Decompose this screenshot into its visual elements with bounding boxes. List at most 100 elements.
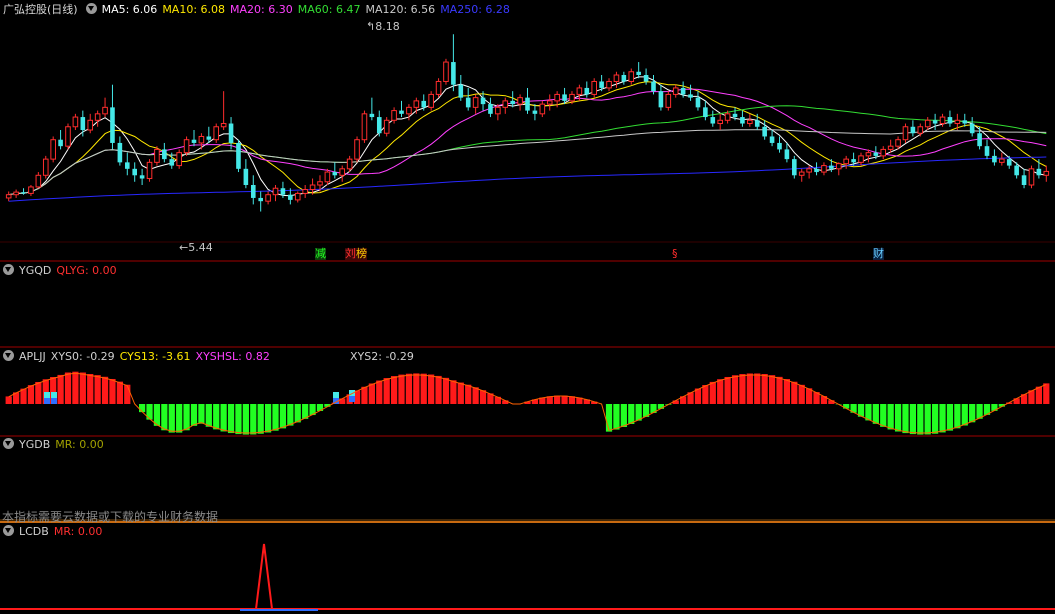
- high-price-label: ↰8.18: [366, 20, 400, 33]
- histogram-bar-positive: [383, 378, 390, 404]
- histogram-bar-positive: [72, 371, 79, 404]
- histogram-bar-negative: [954, 404, 961, 429]
- histogram-bar-positive: [1043, 383, 1050, 404]
- candle-body: [636, 71, 641, 75]
- histogram-bar-positive: [709, 381, 716, 404]
- candle-body: [703, 107, 708, 118]
- histogram-bar-positive: [124, 384, 131, 404]
- candle-body: [369, 113, 375, 118]
- ygqd-name: YGQD: [19, 264, 52, 277]
- main-header: 广弘控股(日线) MA5: 6.06 MA10: 6.08 MA20: 6.30 MA6…: [0, 2, 515, 18]
- histogram-bar-positive: [739, 374, 746, 404]
- ma60-label: MA60: 6.47: [297, 3, 361, 16]
- candle-body: [525, 97, 530, 111]
- candle-body: [117, 142, 123, 163]
- candle-body: [621, 75, 627, 82]
- candle-body: [999, 158, 1005, 163]
- histogram-bar-negative: [880, 404, 887, 427]
- dropdown-icon[interactable]: [3, 350, 14, 361]
- candle-body: [539, 103, 546, 115]
- ma10-label: MA10: 6.08: [162, 3, 226, 16]
- dropdown-icon[interactable]: [3, 438, 14, 449]
- candle-body: [984, 146, 990, 156]
- candle-body: [546, 100, 553, 105]
- histogram-bar-negative: [961, 404, 968, 426]
- dropdown-icon[interactable]: [3, 525, 14, 536]
- candle-body: [339, 168, 346, 176]
- candle-body: [599, 81, 604, 88]
- candle-body: [569, 93, 575, 102]
- event-tag-section[interactable]: §: [672, 248, 678, 260]
- candle-body: [383, 119, 390, 134]
- candle-body: [443, 61, 449, 82]
- ma20-label: MA20: 6.30: [230, 3, 293, 16]
- candle-body: [272, 187, 279, 196]
- lcdb-header: LCDB MR: 0.00: [0, 524, 107, 540]
- signal-marker: [51, 392, 57, 398]
- candle-body: [710, 117, 716, 124]
- candle-body: [924, 119, 931, 128]
- histogram-bar-negative: [272, 404, 279, 431]
- candle-body: [206, 136, 212, 140]
- candle-body: [42, 158, 49, 176]
- candle-body: [843, 158, 849, 165]
- histogram-bar-positive: [450, 380, 457, 404]
- candle-body: [435, 80, 442, 95]
- histogram-bar-positive: [79, 372, 86, 404]
- candle-body: [606, 80, 612, 89]
- candle-body: [865, 152, 872, 157]
- event-tag-finance[interactable]: 财: [873, 248, 884, 260]
- histogram-bar-negative: [176, 404, 183, 433]
- histogram-bar-positive: [783, 379, 791, 404]
- histogram-bar-negative: [887, 404, 894, 430]
- candle-body: [851, 159, 856, 163]
- event-tag-list[interactable]: 榜: [356, 248, 367, 260]
- histogram-bar-negative: [620, 404, 627, 428]
- candle-body: [717, 119, 723, 125]
- histogram-bar-positive: [428, 374, 435, 404]
- histogram-bar-negative: [279, 404, 287, 429]
- histogram-bar-positive: [368, 383, 375, 404]
- histogram-bar-positive: [472, 387, 479, 404]
- candle-body: [532, 110, 538, 114]
- candle-body: [28, 186, 34, 194]
- qlyg-label: QLYG: 0.00: [56, 264, 117, 277]
- ygdb-header: YGDB MR: 0.00: [0, 437, 109, 453]
- histogram-bar-positive: [5, 396, 12, 404]
- dropdown-icon[interactable]: [85, 3, 97, 14]
- candle-body: [917, 126, 924, 134]
- candle-body: [932, 120, 938, 124]
- candle-body: [954, 119, 961, 125]
- histogram-bar-positive: [702, 385, 709, 404]
- candle-body: [176, 152, 182, 167]
- histogram-bar-positive: [361, 386, 368, 404]
- histogram-bar-positive: [465, 384, 472, 404]
- histogram-bar-negative: [264, 404, 272, 433]
- histogram-bar-positive: [57, 374, 64, 404]
- candle-body: [947, 117, 953, 124]
- apljj-name: APLJJ: [19, 350, 46, 363]
- event-tag-reduce[interactable]: 减: [315, 248, 326, 260]
- histogram-bar-negative: [872, 404, 879, 424]
- dropdown-icon[interactable]: [3, 264, 14, 275]
- candle-body: [562, 94, 567, 101]
- candle-body: [80, 117, 86, 130]
- candle-body: [1043, 170, 1050, 176]
- histogram-bar-negative: [183, 404, 190, 431]
- candle-body: [777, 142, 782, 150]
- candle-body: [814, 168, 819, 173]
- ygqd-header: YGQD QLYG: 0.00: [0, 263, 122, 279]
- candle-body: [102, 106, 108, 115]
- event-tag-liu[interactable]: 刘: [345, 248, 356, 260]
- histogram-bar-positive: [554, 395, 561, 404]
- candle-body: [265, 194, 271, 202]
- candle-body: [858, 155, 864, 163]
- histogram-bar-negative: [190, 404, 198, 426]
- candle-body: [421, 100, 427, 108]
- candle-body: [361, 113, 368, 141]
- candle-body: [969, 123, 975, 134]
- histogram-bar-positive: [798, 384, 805, 404]
- candle-body: [740, 117, 745, 124]
- histogram-bar-negative: [917, 404, 924, 435]
- candle-body: [146, 161, 153, 180]
